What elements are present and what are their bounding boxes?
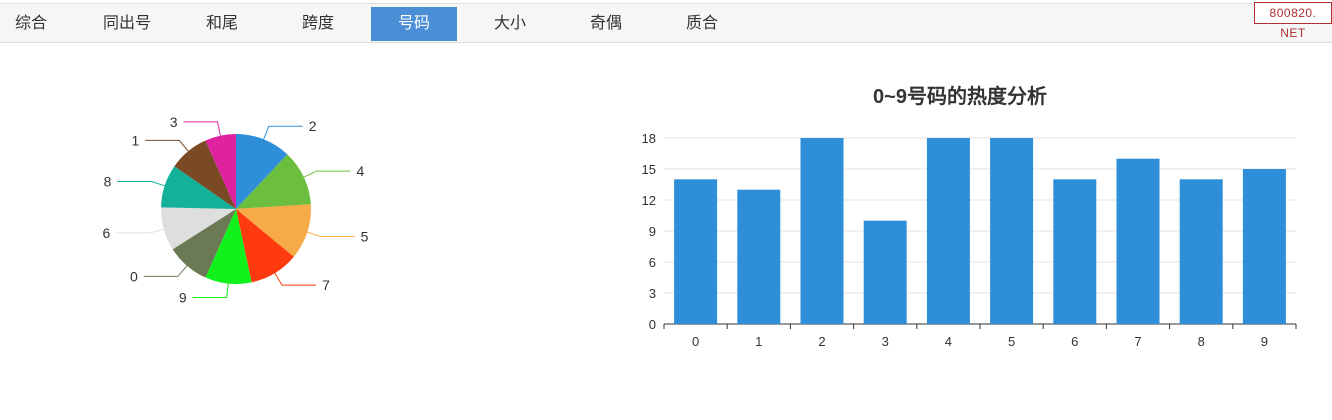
tab-zonghe[interactable]: 综合 [0,7,62,41]
x-tick-0: 0 [692,334,699,349]
pie-leader-0 [143,265,188,277]
pie-label-0: 0 [130,268,138,284]
tab-hewei[interactable]: 和尾 [190,7,254,41]
bar-0 [674,179,718,324]
bar-7 [1116,158,1160,324]
y-tick-3: 3 [649,286,656,301]
pie-chart: 2 4 5 7 9 0 6 8 1 3 [103,114,369,306]
x-tick-1: 1 [755,334,762,349]
bar-8 [1179,179,1223,324]
bar-6 [1053,179,1097,324]
pie-label-8: 8 [104,174,112,190]
x-tick-7: 7 [1134,334,1141,349]
pie-label-9: 9 [179,290,187,306]
pie-label-3: 3 [170,114,178,130]
tab-tongchuhao[interactable]: 同出号 [90,7,164,41]
pie-leader-8 [117,181,165,187]
pie-label-6: 6 [103,225,111,241]
x-tick-3: 3 [882,334,889,349]
bar-1 [737,189,781,324]
bar-9 [1242,169,1286,324]
y-tick-12: 12 [642,193,656,208]
pie-label-2: 2 [309,118,317,134]
tab-haoma[interactable]: 号码 [371,7,457,41]
pie-label-7: 7 [322,277,330,293]
watermark-badge: 800820. NET [1254,2,1332,40]
tab-bar: 综合 同出号 和尾 跨度 号码 大小 奇偶 质合 [0,3,1332,43]
pie-leader-3 [183,121,221,136]
bar-2 [800,138,844,324]
x-tick-6: 6 [1071,334,1078,349]
pie-label-4: 4 [357,163,365,179]
y-tick-0: 0 [649,317,656,332]
pie-label-1: 1 [132,132,140,148]
pie-leader-5 [307,231,355,237]
y-tick-6: 6 [649,255,656,270]
x-tick-9: 9 [1261,334,1268,349]
x-tick-4: 4 [945,334,952,349]
pie-leader-6 [116,228,164,234]
pie-leader-9 [192,283,229,298]
pie-leader-7 [274,272,317,286]
pie-leader-2 [263,125,303,140]
y-tick-15: 15 [642,162,656,177]
tab-daxiao[interactable]: 大小 [478,7,542,41]
x-tick-2: 2 [818,334,825,349]
tab-zhihe[interactable]: 质合 [670,7,734,41]
bar-4 [926,138,970,324]
pie-leader-4 [303,170,351,178]
x-tick-8: 8 [1198,334,1205,349]
tab-kuadu[interactable]: 跨度 [286,7,350,41]
bar-chart-title: 0~9号码的热度分析 [873,84,1047,108]
y-tick-9: 9 [649,224,656,239]
pie-leader-1 [145,139,189,152]
bar-chart: 0~9号码的热度分析 03691215180 1 2 3 4 5 6 7 8 9 [642,84,1297,349]
bar-3 [863,220,907,324]
pie-label-5: 5 [361,229,369,245]
tab-jiou[interactable]: 奇偶 [574,7,638,41]
y-tick-18: 18 [642,131,656,146]
x-tick-5: 5 [1008,334,1015,349]
bar-5 [990,138,1034,324]
